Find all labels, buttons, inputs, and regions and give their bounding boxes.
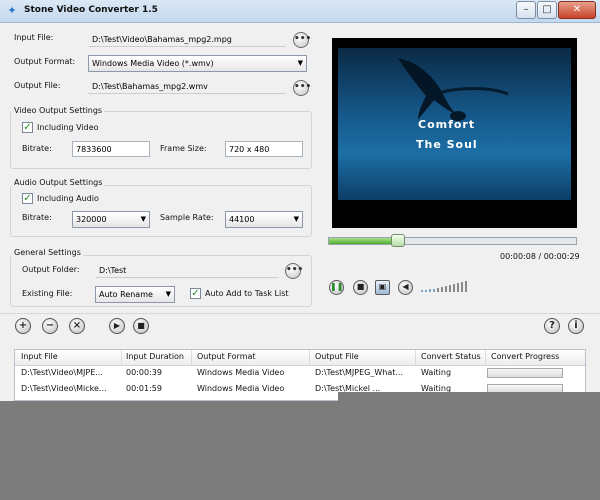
cell-output-format: Windows Media Video [197,384,285,393]
cell-output-format: Windows Media Video [197,368,285,377]
column-convert-status[interactable]: Convert Status [421,352,481,361]
stop-convert-button[interactable]: ■ [133,318,149,334]
auto-add-label: Auto Add to Task List [205,289,289,298]
video-bitrate-input[interactable]: 7833600 [72,141,150,157]
column-divider [309,350,310,365]
output-format-select[interactable]: Windows Media Video (*.wmv) ▼ [88,55,307,72]
output-format-label: Output Format: [14,57,76,66]
video-caption-line1: Comfort [418,118,476,131]
output-file-field[interactable]: D:\Test\Bahamas_mpg2.wmv [88,78,286,94]
video-settings-group [10,111,312,169]
maximize-button[interactable]: □ [537,1,557,19]
column-output-file[interactable]: Output File [315,352,359,361]
audio-bitrate-select[interactable]: 320000 ▼ [72,211,150,228]
volume-button[interactable]: ◀ [398,280,413,295]
auto-add-checkbox[interactable]: ✓ [190,288,201,299]
column-convert-progress[interactable]: Convert Progress [491,352,559,361]
output-file-label: Output File: [14,81,61,90]
chevron-down-icon: ▼ [165,290,171,298]
audio-bitrate-value: 320000 [76,215,107,224]
stop-player-button[interactable]: ■ [353,280,368,295]
sample-rate-select[interactable]: 44100 ▼ [225,211,303,228]
output-folder-field[interactable]: D:\Test [95,262,279,278]
table-row[interactable]: D:\Test\Video\MJPE... 00:00:39 Windows M… [15,366,585,381]
speaker-icon: ◀ [402,282,409,291]
browse-folder-button[interactable]: ••• [285,263,303,279]
audio-bitrate-label: Bitrate: [22,213,52,222]
screen-overlay [338,392,600,401]
output-format-value: Windows Media Video (*.wmv) [92,59,214,68]
info-button[interactable]: i [568,318,584,334]
video-settings-title: Video Output Settings [12,106,105,115]
sample-rate-label: Sample Rate: [160,213,214,222]
including-video-label: Including Video [37,123,99,132]
audio-settings-title: Audio Output Settings [12,178,105,187]
existing-file-label: Existing File: [22,289,73,298]
clear-tasks-button[interactable]: × [69,318,85,334]
title-bar: ✦ Stone Video Converter 1.5 – □ ✕ [0,0,600,23]
frame-size-label: Frame Size: [160,144,207,153]
general-settings-title: General Settings [12,248,83,257]
cell-input-file: D:\Test\Video\Micke... [21,384,107,393]
existing-file-value: Auto Rename [99,290,153,299]
seek-handle[interactable] [391,234,405,247]
existing-file-select[interactable]: Auto Rename ▼ [95,286,175,303]
camera-icon: ▣ [378,282,387,291]
volume-slider[interactable] [421,280,469,292]
video-bitrate-label: Bitrate: [22,144,52,153]
convert-progress-bar [487,368,563,378]
remove-task-button[interactable]: − [42,318,58,334]
including-audio-checkbox[interactable]: ✓ [22,193,33,204]
start-convert-button[interactable]: ▶ [109,318,125,334]
browse-input-button[interactable]: ••• [293,32,311,48]
output-folder-label: Output Folder: [22,265,80,274]
sample-rate-value: 44100 [229,215,255,224]
cell-convert-status: Waiting [421,368,452,377]
chevron-down-icon: ▼ [293,215,299,223]
column-divider [121,350,122,365]
seek-bar[interactable] [328,237,577,245]
column-divider [415,350,416,365]
video-preview: Comfort The Soul [332,38,577,228]
snapshot-button[interactable]: ▣ [375,280,390,295]
add-task-button[interactable]: + [15,318,31,334]
cell-input-duration: 00:00:39 [126,368,162,377]
task-list-header: Input File Input Duration Output Format … [15,350,585,366]
including-audio-label: Including Audio [37,194,99,203]
including-video-checkbox[interactable]: ✓ [22,122,33,133]
video-caption-line2: The Soul [416,138,478,151]
column-divider [485,350,486,365]
cell-output-file: D:\Test\MJPEG_What... [315,368,403,377]
column-divider [191,350,192,365]
window-title: Stone Video Converter 1.5 [24,5,158,15]
seek-bar-fill [329,238,398,244]
pause-icon: ❚❚ [330,282,344,291]
video-frame: Comfort The Soul [338,48,571,200]
app-logo-icon: ✦ [7,4,17,17]
cell-input-duration: 00:01:59 [126,384,162,393]
column-input-file[interactable]: Input File [21,352,58,361]
help-button[interactable]: ? [544,318,560,334]
time-readout: 00:00:08 / 00:00:29 [500,252,580,261]
chevron-down-icon: ▼ [140,215,146,223]
browse-output-button[interactable]: ••• [293,80,311,96]
frame-size-input[interactable]: 720 x 480 [225,141,303,157]
minimize-button[interactable]: – [516,1,536,19]
chevron-down-icon: ▼ [297,59,303,67]
pause-button[interactable]: ❚❚ [329,280,344,295]
input-file-label: Input File: [14,33,54,42]
close-button[interactable]: ✕ [558,1,596,19]
column-input-duration[interactable]: Input Duration [126,352,184,361]
toolbar-divider [0,313,600,314]
stop-icon: ■ [356,282,365,291]
column-output-format[interactable]: Output Format [197,352,256,361]
cell-input-file: D:\Test\Video\MJPE... [21,368,103,377]
app-window: ✦ Stone Video Converter 1.5 – □ ✕ Input … [0,0,600,401]
input-file-field[interactable]: D:\Test\Video\Bahamas_mpg2.mpg [88,31,286,47]
